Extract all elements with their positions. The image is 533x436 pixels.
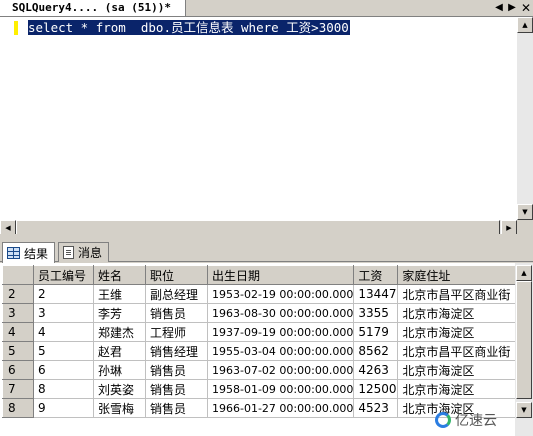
table-cell[interactable]: 3 bbox=[33, 303, 94, 323]
query-text[interactable]: select * from dbo.员工信息表 where 工资>3000 bbox=[28, 20, 350, 35]
table-row[interactable]: 5 5 赵君 销售经理 1955-03-04 00:00:00.000 8562 北京市昌平… bbox=[2, 341, 525, 361]
scroll-down-icon[interactable]: ▼ bbox=[516, 402, 532, 418]
table-cell[interactable]: 北京市昌平区商业街 bbox=[397, 341, 525, 361]
scroll-up-icon[interactable]: ▲ bbox=[516, 265, 532, 281]
table-cell[interactable]: 副总经理 bbox=[145, 284, 208, 304]
document-tab-strip: SQLQuery4.... (sa (51))* ◀ ▶ ✕ bbox=[0, 0, 533, 16]
table-cell[interactable]: 刘英姿 bbox=[93, 379, 146, 399]
table-cell[interactable]: 北京市昌平区商业街 bbox=[397, 284, 525, 304]
table-cell[interactable]: 销售员 bbox=[145, 398, 208, 418]
table-cell[interactable]: 13447 bbox=[353, 284, 399, 304]
column-header[interactable]: 姓名 bbox=[93, 265, 146, 285]
close-icon[interactable]: ✕ bbox=[520, 2, 532, 14]
scroll-up-icon[interactable]: ▲ bbox=[517, 17, 533, 33]
table-row[interactable]: 4 4 郑建杰 工程师 1937-09-19 00:00:00.000 5179 北京市海淀… bbox=[2, 322, 525, 342]
table-cell[interactable]: 1955-03-04 00:00:00.000 bbox=[207, 341, 355, 361]
yisu-cloud-logo bbox=[435, 412, 451, 428]
table-cell[interactable]: 工程师 bbox=[145, 322, 208, 342]
table-cell[interactable]: 1958-01-09 00:00:00.000 bbox=[207, 379, 355, 399]
column-header[interactable]: 员工编号 bbox=[33, 265, 94, 285]
column-header[interactable]: 出生日期 bbox=[206, 265, 355, 285]
corner-header[interactable] bbox=[2, 265, 34, 285]
column-header[interactable]: 家庭住址 bbox=[397, 265, 525, 285]
table-cell[interactable]: 郑建杰 bbox=[93, 322, 146, 342]
table-cell[interactable]: 4263 bbox=[353, 360, 399, 380]
result-tab-strip: 结果 消息 bbox=[0, 240, 533, 263]
table-cell[interactable]: 4 bbox=[33, 322, 94, 342]
table-cell[interactable]: 张雪梅 bbox=[93, 398, 146, 418]
table-cell[interactable]: 1937-09-19 00:00:00.000 bbox=[207, 322, 355, 342]
scroll-down-icon[interactable]: ▼ bbox=[517, 204, 533, 220]
watermark-text: 亿速云 bbox=[455, 413, 497, 429]
table-cell[interactable]: 销售员 bbox=[145, 303, 208, 323]
table-cell[interactable]: 8562 bbox=[353, 341, 399, 361]
table-cell[interactable]: 1963-07-02 00:00:00.000 bbox=[207, 360, 355, 380]
table-cell[interactable]: 赵君 bbox=[93, 341, 146, 361]
table-cell[interactable]: 5179 bbox=[353, 322, 399, 342]
column-header[interactable]: 工资 bbox=[353, 265, 399, 285]
message-icon bbox=[63, 246, 74, 259]
grid-icon bbox=[7, 247, 20, 259]
tab-messages-label: 消息 bbox=[78, 246, 103, 260]
table-cell[interactable]: 12500 bbox=[353, 379, 399, 399]
table-cell[interactable]: 北京市海淀区 bbox=[397, 379, 525, 399]
table-cell[interactable]: 销售员 bbox=[145, 360, 208, 380]
editor-vertical-scrollbar[interactable]: ▲ ▼ bbox=[517, 17, 533, 220]
row-number[interactable]: 5 bbox=[2, 341, 34, 361]
table-cell[interactable]: 6 bbox=[33, 360, 94, 380]
row-number[interactable]: 7 bbox=[2, 379, 34, 399]
row-number[interactable]: 6 bbox=[2, 360, 34, 380]
table-cell[interactable]: 3355 bbox=[353, 303, 399, 323]
table-cell[interactable]: 北京市海淀区 bbox=[397, 303, 525, 323]
grid-vertical-scrollbar[interactable]: ▲ ▼ bbox=[515, 263, 533, 436]
table-cell[interactable]: 销售经理 bbox=[145, 341, 208, 361]
table-cell[interactable]: 北京市海淀区 bbox=[397, 322, 525, 342]
table-cell[interactable]: 孙琳 bbox=[93, 360, 146, 380]
column-header[interactable]: 职位 bbox=[145, 265, 208, 285]
tab-results[interactable]: 结果 bbox=[2, 242, 56, 263]
header-row: 员工编号 姓名 职位 出生日期 工资 家庭住址 bbox=[2, 265, 525, 285]
table-row[interactable]: 6 6 孙琳 销售员 1963-07-02 00:00:00.000 4263 北京市海淀区 bbox=[2, 360, 525, 380]
row-number[interactable]: 4 bbox=[2, 322, 34, 342]
vertical-scroll-thumb[interactable] bbox=[516, 281, 532, 399]
row-number[interactable]: 8 bbox=[2, 398, 34, 418]
table-cell[interactable]: 1966-01-27 00:00:00.000 bbox=[207, 398, 355, 418]
change-marker bbox=[14, 21, 18, 35]
table-cell[interactable]: 北京市海淀区 bbox=[397, 360, 525, 380]
results-table: 员工编号 姓名 职位 出生日期 工资 家庭住址 2 2 王维 副总经理 1953-02-… bbox=[2, 265, 525, 418]
table-cell[interactable]: 9 bbox=[33, 398, 94, 418]
table-cell[interactable]: 5 bbox=[33, 341, 94, 361]
table-cell[interactable]: 8 bbox=[33, 379, 94, 399]
table-row[interactable]: 7 8 刘英姿 销售员 1958-01-09 00:00:00.000 12500 北京市海… bbox=[2, 379, 525, 399]
table-cell[interactable]: 1953-02-19 00:00:00.000 bbox=[207, 284, 355, 304]
editor-margin bbox=[0, 17, 12, 220]
table-cell[interactable]: 2 bbox=[33, 284, 94, 304]
watermark: 亿速云 bbox=[435, 410, 497, 430]
table-cell[interactable]: 1963-08-30 00:00:00.000 bbox=[207, 303, 355, 323]
table-row[interactable]: 2 2 王维 副总经理 1953-02-19 00:00:00.000 13447 北京市昌… bbox=[2, 284, 525, 304]
row-number[interactable]: 3 bbox=[2, 303, 34, 323]
row-number[interactable]: 2 bbox=[2, 284, 34, 304]
tab-messages[interactable]: 消息 bbox=[58, 242, 110, 262]
table-cell[interactable]: 4523 bbox=[353, 398, 399, 418]
document-tab[interactable]: SQLQuery4.... (sa (51))* bbox=[0, 0, 186, 16]
table-cell[interactable]: 李芳 bbox=[93, 303, 146, 323]
table-cell[interactable]: 销售员 bbox=[145, 379, 208, 399]
table-row[interactable]: 3 3 李芳 销售员 1963-08-30 00:00:00.000 3355 北京市海淀区 bbox=[2, 303, 525, 323]
query-editor[interactable]: select * from dbo.员工信息表 where 工资>3000 ▲ … bbox=[0, 16, 533, 236]
chevron-left-icon[interactable]: ◀ bbox=[493, 2, 505, 14]
chevron-right-icon[interactable]: ▶ bbox=[506, 2, 518, 14]
tab-results-label: 结果 bbox=[24, 246, 49, 261]
table-cell[interactable]: 王维 bbox=[93, 284, 146, 304]
